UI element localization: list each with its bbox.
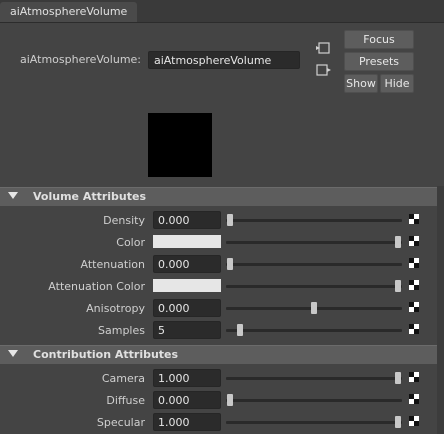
value-field[interactable]: 0.000 — [153, 299, 221, 317]
value-field[interactable]: 0.000 — [153, 391, 221, 409]
slider-thumb[interactable] — [226, 394, 233, 406]
value-field[interactable]: 0.000 — [153, 255, 221, 273]
tab-bar: aiAtmosphereVolume — [0, 0, 444, 23]
slider-thumb[interactable] — [237, 324, 244, 336]
hide-button[interactable]: Hide — [380, 74, 414, 93]
section-header[interactable]: Volume Attributes — [0, 187, 437, 206]
attribute-label: Color — [116, 236, 145, 249]
attribute-label: Anisotropy — [86, 302, 145, 315]
section-title: Volume Attributes — [33, 190, 147, 203]
color-swatch[interactable] — [153, 235, 221, 248]
map-button-checker-icon[interactable] — [409, 394, 419, 404]
attribute-row: Attenuation Color — [0, 275, 437, 297]
attribute-label: Density — [103, 214, 145, 227]
shader-swatch-preview — [148, 113, 212, 177]
slider-thumb[interactable] — [226, 214, 233, 226]
output-connection-icon[interactable] — [316, 63, 332, 77]
slider-track[interactable] — [226, 263, 402, 266]
section-title: Contribution Attributes — [33, 348, 179, 361]
slider-thumb[interactable] — [395, 236, 402, 248]
map-button-checker-icon[interactable] — [409, 258, 419, 268]
map-button-checker-icon[interactable] — [409, 302, 419, 312]
attribute-row: Diffuse 0.000 — [0, 389, 437, 411]
slider-track[interactable] — [226, 219, 402, 222]
scrollbar[interactable] — [437, 186, 444, 434]
attribute-row: Density 0.000 — [0, 209, 437, 231]
slider-track[interactable] — [226, 329, 402, 332]
section-header[interactable]: Contribution Attributes — [0, 345, 437, 364]
value-field[interactable]: 5 — [153, 321, 221, 339]
slider-thumb[interactable] — [395, 280, 402, 292]
attribute-row: Samples 5 — [0, 319, 437, 341]
slider-thumb[interactable] — [395, 416, 402, 428]
slider-thumb[interactable] — [226, 258, 233, 270]
map-button-checker-icon[interactable] — [409, 236, 419, 246]
map-button-checker-icon[interactable] — [409, 324, 419, 334]
attribute-row: Specular 1.000 — [0, 411, 437, 433]
attribute-label: Diffuse — [106, 394, 145, 407]
slider-track[interactable] — [226, 377, 402, 380]
map-button-checker-icon[interactable] — [409, 416, 419, 426]
node-name-field[interactable]: aiAtmosphereVolume — [148, 51, 300, 69]
presets-button[interactable]: Presets — [344, 52, 414, 71]
attribute-label: Attenuation Color — [48, 280, 145, 293]
collapse-triangle-icon[interactable] — [8, 192, 18, 199]
value-field[interactable]: 1.000 — [153, 413, 221, 431]
focus-button[interactable]: Focus — [344, 30, 414, 49]
map-button-checker-icon[interactable] — [409, 280, 419, 290]
attribute-label: Samples — [98, 324, 145, 337]
slider-thumb[interactable] — [311, 302, 317, 314]
color-swatch[interactable] — [153, 279, 221, 292]
attribute-row: Attenuation 0.000 — [0, 253, 437, 275]
value-field[interactable]: 0.000 — [153, 211, 221, 229]
tab-ai-atmosphere-volume[interactable]: aiAtmosphereVolume — [0, 2, 138, 22]
show-button[interactable]: Show — [344, 74, 378, 93]
attribute-row: Anisotropy 0.000 — [0, 297, 437, 319]
attribute-label: Attenuation — [80, 258, 145, 271]
slider-track[interactable] — [226, 399, 402, 402]
input-connection-icon[interactable] — [316, 41, 332, 55]
map-button-checker-icon[interactable] — [409, 372, 419, 382]
slider-track[interactable] — [226, 421, 402, 424]
attribute-row: Camera 1.000 — [0, 367, 437, 389]
attribute-label: Specular — [96, 416, 145, 429]
collapse-triangle-icon[interactable] — [8, 350, 18, 357]
slider-thumb[interactable] — [395, 372, 402, 384]
slider-track[interactable] — [226, 285, 402, 288]
node-name-label: aiAtmosphereVolume: — [20, 53, 142, 66]
slider-track[interactable] — [226, 241, 402, 244]
value-field[interactable]: 1.000 — [153, 369, 221, 387]
attribute-row: Color — [0, 231, 437, 253]
attribute-label: Camera — [101, 372, 145, 385]
map-button-checker-icon[interactable] — [409, 214, 419, 224]
